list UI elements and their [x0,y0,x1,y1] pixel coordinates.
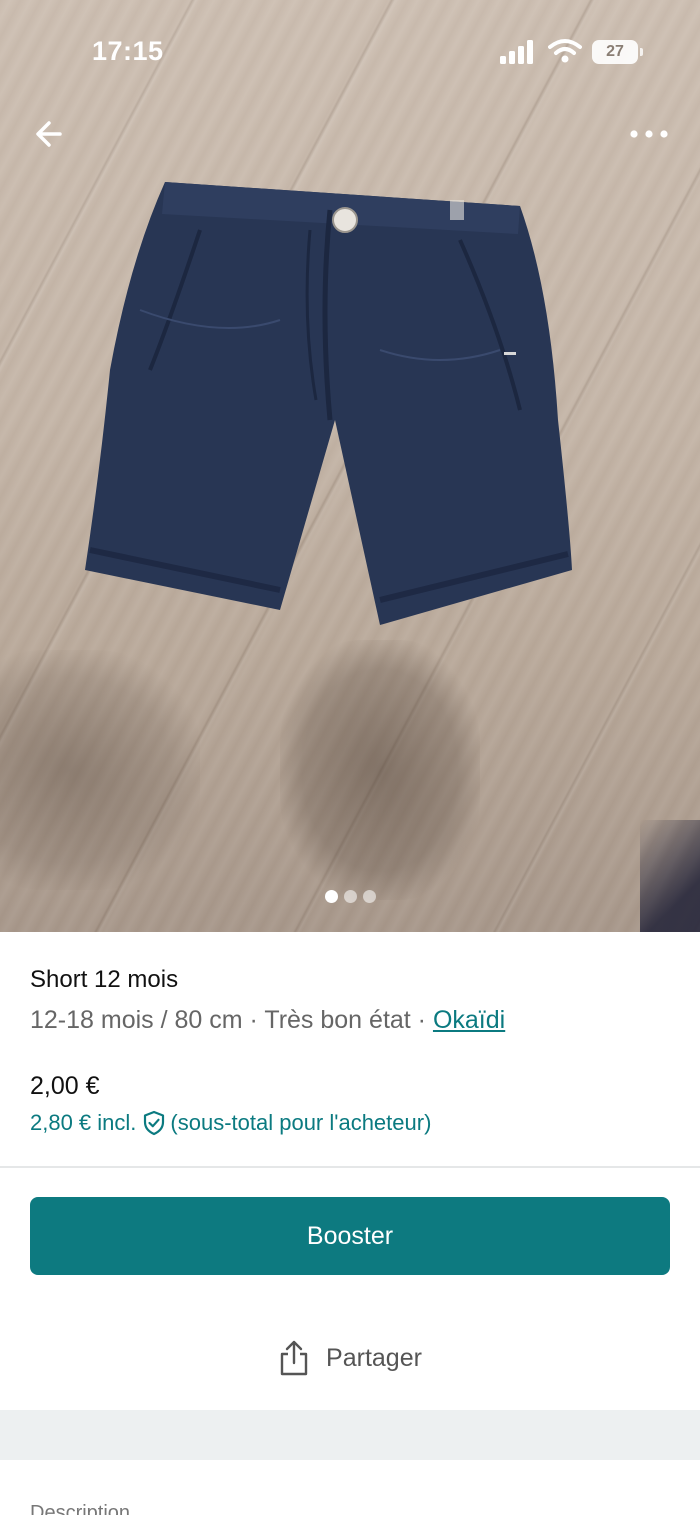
price-incl-protection[interactable]: 2,80 € incl. (sous-total pour l'acheteur… [30,1110,431,1136]
arrow-left-icon [36,121,62,147]
share-label: Partager [326,1343,422,1372]
section-separator [0,1410,700,1460]
pager-dot[interactable] [324,890,338,903]
meta-separator: · [242,1006,265,1034]
photo-shadow [0,650,200,890]
item-meta: 12-18 mois / 80 cm · Très bon état · Oka… [30,1006,505,1035]
shield-check-icon [142,1110,166,1136]
shorts-image [85,182,572,625]
photo-corner [640,820,700,932]
description-heading: Description [30,1502,131,1515]
item-price: 2,00 € [30,1072,100,1100]
brand-link[interactable]: Okaïdi [433,1006,505,1034]
pager-dot[interactable] [362,890,376,903]
price-incl-value: 2,80 € incl. [30,1110,137,1135]
photo-pager[interactable] [0,890,700,904]
signal-icon [500,40,536,68]
more-horizontal-icon [630,130,668,138]
status-bar: 17:15 27 [0,0,700,100]
share-button[interactable]: Partager [0,1326,700,1390]
wifi-icon [548,38,582,68]
item-title: Short 12 mois [30,966,179,993]
back-button[interactable] [30,112,74,156]
more-options-button[interactable] [624,114,674,154]
battery-icon: 27 [592,40,643,64]
share-icon [280,1340,308,1376]
meta-separator: · [410,1006,433,1034]
item-size: 12-18 mois / 80 cm [30,1006,243,1034]
status-time: 17:15 [92,36,164,66]
pager-dot[interactable] [343,890,357,903]
item-photo[interactable]: 17:15 27 [0,0,700,932]
booster-button[interactable]: Booster [30,1197,670,1275]
item-condition: Très bon état [264,1006,411,1034]
photo-shadow [280,640,480,900]
divider [0,1166,700,1168]
price-incl-note: (sous-total pour l'acheteur) [170,1110,432,1135]
